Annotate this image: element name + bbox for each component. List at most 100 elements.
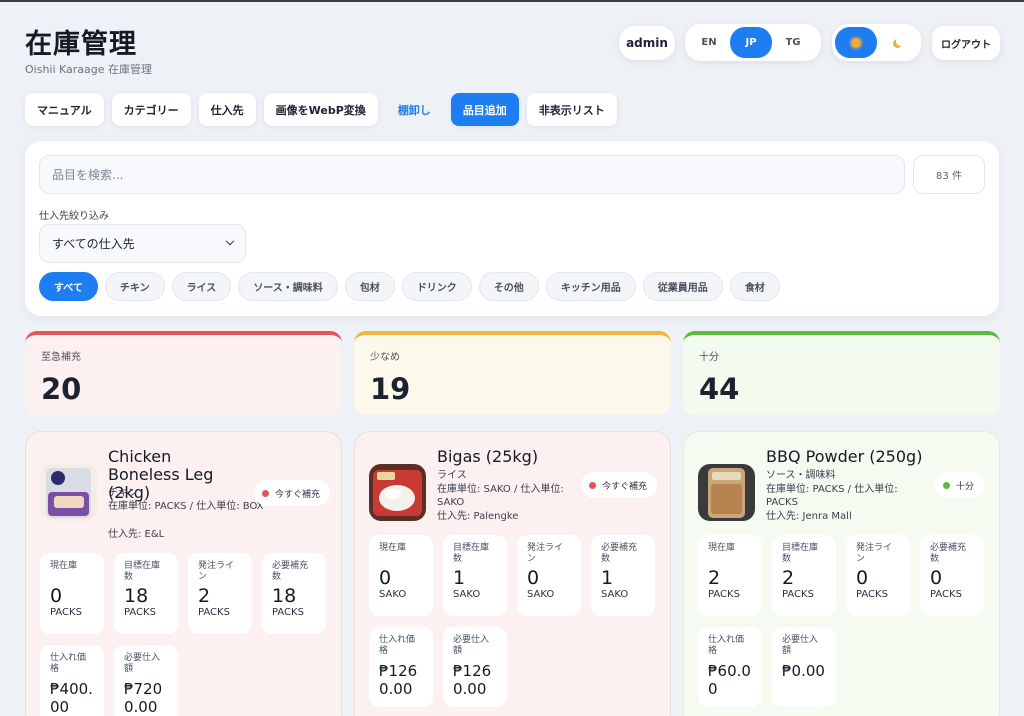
metric-value: 0: [527, 567, 540, 589]
supplier-filter-select[interactable]: すべての仕入先: [39, 224, 246, 263]
product-image: [40, 464, 97, 521]
metric-value: 0: [930, 567, 943, 589]
purchase-price: 仕入れ価格 ₱60.00: [698, 627, 762, 707]
category-button[interactable]: カテゴリー: [111, 93, 191, 126]
metric-unit: PACKS: [124, 607, 156, 618]
supplier-button[interactable]: 仕入先: [198, 93, 256, 126]
item-card[interactable]: Chicken Boneless Leg (2kg) チキン 在庫単位: PAC…: [25, 431, 342, 716]
metric-value: ₱60.00: [708, 662, 751, 698]
product-supplier: 仕入先: Jenra Mall: [766, 511, 852, 522]
target-stock: 目標在庫数 18 PACKS: [114, 553, 178, 634]
product-supplier: 仕入先: Palengke: [437, 511, 519, 522]
search-input[interactable]: [39, 155, 905, 194]
product-image: [698, 464, 755, 521]
stat-low[interactable]: 少なめ 19: [354, 331, 671, 415]
stat-urgent[interactable]: 至急補充 20: [25, 331, 342, 415]
category-chip-rice[interactable]: ライス: [171, 272, 232, 301]
metric-label: 仕入れ価格: [708, 635, 745, 656]
product-category: ライス: [437, 470, 467, 481]
lang-en-button[interactable]: EN: [688, 27, 730, 58]
metric-label: 目標在庫数: [124, 561, 161, 582]
hidden-list-button[interactable]: 非表示リスト: [526, 93, 617, 126]
product-name: BBQ Powder (250g): [766, 447, 923, 466]
product-name: Bigas (25kg): [437, 447, 539, 466]
product-units: 在庫単位: PACKS / 仕入単位: BOX: [108, 501, 264, 512]
metric-unit: SAKO: [601, 589, 629, 600]
metric-value: ₱1260.00: [453, 662, 492, 698]
category-chip-chicken[interactable]: チキン: [104, 272, 165, 301]
category-chip-other[interactable]: その他: [478, 272, 539, 301]
metric-unit: SAKO: [379, 589, 407, 600]
metric-value: ₱7200.00: [124, 680, 163, 716]
status-dot-icon: [943, 481, 950, 489]
lang-jp-button[interactable]: JP: [730, 27, 772, 58]
metric-label: 必要補充数: [601, 543, 638, 564]
metric-label: 必要仕入額: [782, 635, 819, 656]
metric-value: 18: [272, 585, 297, 607]
stat-label: 少なめ: [370, 352, 400, 363]
dark-theme-button[interactable]: [877, 27, 919, 58]
webp-convert-button[interactable]: 画像をWebP変換: [263, 93, 378, 126]
supplier-filter-value: すべての仕入先: [52, 237, 135, 251]
target-stock: 目標在庫数 2 PACKS: [772, 535, 836, 616]
product-image: [369, 464, 426, 521]
language-switcher: EN JP TG: [685, 24, 821, 61]
metric-value: ₱0.00: [782, 662, 825, 680]
metric-unit: PACKS: [856, 589, 888, 600]
current-stock: 現在庫 0 SAKO: [369, 535, 433, 616]
add-item-button[interactable]: 品目追加: [450, 93, 519, 126]
required-cost: 必要仕入額 ₱0.00: [772, 627, 836, 707]
required-cost: 必要仕入額 ₱7200.00: [114, 645, 178, 716]
product-units: 在庫単位: PACKS / 仕入単位: PACKS: [766, 484, 898, 508]
category-chip-all[interactable]: すべて: [39, 272, 98, 301]
metric-label: 必要補充数: [930, 543, 967, 564]
category-chip-sauce[interactable]: ソース・調味料: [238, 272, 338, 301]
metric-label: 必要仕入額: [453, 635, 490, 656]
status-badge: 今すぐ補充: [254, 480, 331, 506]
metric-label: 目標在庫数: [453, 543, 490, 564]
target-stock: 目標在庫数 1 SAKO: [443, 535, 507, 616]
product-category: チキン: [108, 488, 138, 499]
metric-value: 1: [453, 567, 466, 589]
metric-value: ₱400.00: [50, 680, 93, 716]
metric-unit: PACKS: [782, 589, 814, 600]
status-badge: 十分: [935, 472, 985, 498]
stat-value: 44: [699, 372, 740, 406]
status-text: 今すぐ補充: [275, 489, 321, 500]
item-card[interactable]: Bigas (25kg) ライス 在庫単位: SAKO / 仕入単位: SAKO…: [354, 431, 671, 716]
product-category: ソース・調味料: [766, 470, 836, 481]
reorder-line: 発注ライン 2 PACKS: [188, 553, 252, 634]
status-dot-icon: [262, 489, 269, 497]
metric-label: 目標在庫数: [782, 543, 819, 564]
page-subtitle: Oishii Karaage 在庫管理: [25, 63, 153, 76]
category-chip-packaging[interactable]: 包材: [344, 272, 395, 301]
metric-value: 0: [50, 585, 63, 607]
stat-value: 19: [370, 372, 411, 406]
manual-button[interactable]: マニュアル: [25, 93, 104, 126]
required-cost: 必要仕入額 ₱1260.00: [443, 627, 507, 707]
metric-unit: SAKO: [527, 589, 555, 600]
category-chip-ingredients[interactable]: 食材: [729, 272, 780, 301]
light-theme-button[interactable]: [835, 27, 877, 58]
category-chip-kitchen[interactable]: キッチン用品: [545, 272, 636, 301]
stat-enough[interactable]: 十分 44: [683, 331, 1000, 415]
required-restock: 必要補充数 1 SAKO: [591, 535, 655, 616]
category-chip-drinks[interactable]: ドリンク: [401, 272, 472, 301]
metric-label: 仕入れ価格: [50, 653, 87, 674]
metric-value: 2: [198, 585, 211, 607]
current-stock: 現在庫 0 PACKS: [40, 553, 104, 634]
moon-icon: [896, 37, 905, 46]
stat-value: 20: [41, 372, 82, 406]
lang-tg-button[interactable]: TG: [772, 27, 814, 58]
category-chip-staff[interactable]: 従業員用品: [642, 272, 723, 301]
purchase-price: 仕入れ価格 ₱400.00: [40, 645, 104, 716]
stat-label: 至急補充: [41, 352, 81, 363]
metric-label: 発注ライン: [198, 561, 235, 582]
stat-label: 十分: [699, 352, 719, 363]
item-card[interactable]: BBQ Powder (250g) ソース・調味料 在庫単位: PACKS / …: [683, 431, 1000, 716]
logout-button[interactable]: ログアウト: [932, 26, 1000, 60]
toolbar: マニュアル カテゴリー 仕入先 画像をWebP変換 棚卸し 品目追加 非表示リス…: [25, 93, 617, 126]
stocktake-button[interactable]: 棚卸し: [386, 93, 443, 126]
page-title: 在庫管理: [25, 29, 137, 60]
reorder-line: 発注ライン 0 SAKO: [517, 535, 581, 616]
